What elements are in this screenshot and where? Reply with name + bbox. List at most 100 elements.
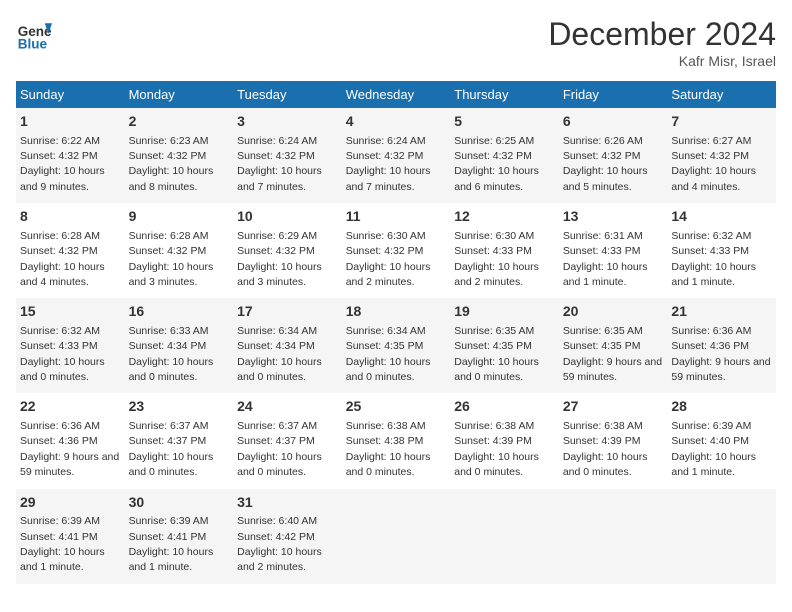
day-number: 4 [346, 112, 447, 132]
logo: General Blue [16, 16, 52, 52]
calendar-cell: 30 Sunrise: 6:39 AMSunset: 4:41 PMDaylig… [125, 489, 234, 584]
calendar-cell: 25 Sunrise: 6:38 AMSunset: 4:38 PMDaylig… [342, 393, 451, 488]
day-info: Sunrise: 6:38 AMSunset: 4:38 PMDaylight:… [346, 420, 431, 478]
day-number: 5 [454, 112, 555, 132]
calendar-cell: 22 Sunrise: 6:36 AMSunset: 4:36 PMDaylig… [16, 393, 125, 488]
calendar-cell: 14 Sunrise: 6:32 AMSunset: 4:33 PMDaylig… [667, 203, 776, 298]
day-info: Sunrise: 6:38 AMSunset: 4:39 PMDaylight:… [563, 420, 648, 478]
calendar-cell: 18 Sunrise: 6:34 AMSunset: 4:35 PMDaylig… [342, 298, 451, 393]
calendar-cell: 29 Sunrise: 6:39 AMSunset: 4:41 PMDaylig… [16, 489, 125, 584]
day-number: 8 [20, 207, 121, 227]
logo-icon: General Blue [16, 16, 52, 52]
calendar-cell: 6 Sunrise: 6:26 AMSunset: 4:32 PMDayligh… [559, 108, 668, 203]
calendar-cell: 5 Sunrise: 6:25 AMSunset: 4:32 PMDayligh… [450, 108, 559, 203]
day-number: 14 [671, 207, 772, 227]
day-number: 7 [671, 112, 772, 132]
day-info: Sunrise: 6:36 AMSunset: 4:36 PMDaylight:… [671, 325, 770, 383]
day-info: Sunrise: 6:25 AMSunset: 4:32 PMDaylight:… [454, 135, 539, 193]
day-info: Sunrise: 6:40 AMSunset: 4:42 PMDaylight:… [237, 515, 322, 573]
day-info: Sunrise: 6:37 AMSunset: 4:37 PMDaylight:… [237, 420, 322, 478]
day-info: Sunrise: 6:38 AMSunset: 4:39 PMDaylight:… [454, 420, 539, 478]
day-info: Sunrise: 6:37 AMSunset: 4:37 PMDaylight:… [129, 420, 214, 478]
day-number: 31 [237, 493, 338, 513]
day-number: 28 [671, 397, 772, 417]
day-info: Sunrise: 6:35 AMSunset: 4:35 PMDaylight:… [454, 325, 539, 383]
calendar-cell: 21 Sunrise: 6:36 AMSunset: 4:36 PMDaylig… [667, 298, 776, 393]
weekday-header-tuesday: Tuesday [233, 81, 342, 108]
day-number: 3 [237, 112, 338, 132]
day-info: Sunrise: 6:30 AMSunset: 4:33 PMDaylight:… [454, 230, 539, 288]
calendar-cell: 24 Sunrise: 6:37 AMSunset: 4:37 PMDaylig… [233, 393, 342, 488]
calendar-cell: 12 Sunrise: 6:30 AMSunset: 4:33 PMDaylig… [450, 203, 559, 298]
weekday-header-saturday: Saturday [667, 81, 776, 108]
calendar-week-2: 8 Sunrise: 6:28 AMSunset: 4:32 PMDayligh… [16, 203, 776, 298]
day-number: 17 [237, 302, 338, 322]
day-number: 9 [129, 207, 230, 227]
calendar-cell: 23 Sunrise: 6:37 AMSunset: 4:37 PMDaylig… [125, 393, 234, 488]
day-info: Sunrise: 6:32 AMSunset: 4:33 PMDaylight:… [20, 325, 105, 383]
day-number: 16 [129, 302, 230, 322]
day-number: 24 [237, 397, 338, 417]
day-info: Sunrise: 6:39 AMSunset: 4:40 PMDaylight:… [671, 420, 756, 478]
day-number: 12 [454, 207, 555, 227]
day-info: Sunrise: 6:23 AMSunset: 4:32 PMDaylight:… [129, 135, 214, 193]
calendar-table: SundayMondayTuesdayWednesdayThursdayFrid… [16, 81, 776, 584]
calendar-cell [559, 489, 668, 584]
day-info: Sunrise: 6:39 AMSunset: 4:41 PMDaylight:… [129, 515, 214, 573]
day-number: 15 [20, 302, 121, 322]
day-number: 2 [129, 112, 230, 132]
calendar-cell: 2 Sunrise: 6:23 AMSunset: 4:32 PMDayligh… [125, 108, 234, 203]
day-info: Sunrise: 6:39 AMSunset: 4:41 PMDaylight:… [20, 515, 105, 573]
calendar-cell: 20 Sunrise: 6:35 AMSunset: 4:35 PMDaylig… [559, 298, 668, 393]
day-info: Sunrise: 6:30 AMSunset: 4:32 PMDaylight:… [346, 230, 431, 288]
weekday-header-sunday: Sunday [16, 81, 125, 108]
day-number: 23 [129, 397, 230, 417]
calendar-cell [667, 489, 776, 584]
day-number: 27 [563, 397, 664, 417]
calendar-week-5: 29 Sunrise: 6:39 AMSunset: 4:41 PMDaylig… [16, 489, 776, 584]
calendar-week-1: 1 Sunrise: 6:22 AMSunset: 4:32 PMDayligh… [16, 108, 776, 203]
calendar-cell: 31 Sunrise: 6:40 AMSunset: 4:42 PMDaylig… [233, 489, 342, 584]
calendar-cell: 11 Sunrise: 6:30 AMSunset: 4:32 PMDaylig… [342, 203, 451, 298]
weekday-header-friday: Friday [559, 81, 668, 108]
day-info: Sunrise: 6:33 AMSunset: 4:34 PMDaylight:… [129, 325, 214, 383]
weekday-header-thursday: Thursday [450, 81, 559, 108]
calendar-cell [450, 489, 559, 584]
page-header: General Blue December 2024 Kafr Misr, Is… [16, 16, 776, 69]
day-number: 25 [346, 397, 447, 417]
day-number: 19 [454, 302, 555, 322]
month-title: December 2024 [548, 16, 776, 53]
day-number: 11 [346, 207, 447, 227]
day-info: Sunrise: 6:26 AMSunset: 4:32 PMDaylight:… [563, 135, 648, 193]
calendar-week-3: 15 Sunrise: 6:32 AMSunset: 4:33 PMDaylig… [16, 298, 776, 393]
svg-text:Blue: Blue [18, 36, 48, 51]
calendar-cell: 26 Sunrise: 6:38 AMSunset: 4:39 PMDaylig… [450, 393, 559, 488]
calendar-cell: 27 Sunrise: 6:38 AMSunset: 4:39 PMDaylig… [559, 393, 668, 488]
day-info: Sunrise: 6:34 AMSunset: 4:35 PMDaylight:… [346, 325, 431, 383]
weekday-header-monday: Monday [125, 81, 234, 108]
calendar-cell: 3 Sunrise: 6:24 AMSunset: 4:32 PMDayligh… [233, 108, 342, 203]
calendar-cell: 10 Sunrise: 6:29 AMSunset: 4:32 PMDaylig… [233, 203, 342, 298]
day-number: 13 [563, 207, 664, 227]
calendar-cell: 9 Sunrise: 6:28 AMSunset: 4:32 PMDayligh… [125, 203, 234, 298]
day-number: 26 [454, 397, 555, 417]
calendar-cell [342, 489, 451, 584]
calendar-cell: 8 Sunrise: 6:28 AMSunset: 4:32 PMDayligh… [16, 203, 125, 298]
day-info: Sunrise: 6:35 AMSunset: 4:35 PMDaylight:… [563, 325, 662, 383]
calendar-cell: 7 Sunrise: 6:27 AMSunset: 4:32 PMDayligh… [667, 108, 776, 203]
calendar-cell: 17 Sunrise: 6:34 AMSunset: 4:34 PMDaylig… [233, 298, 342, 393]
day-info: Sunrise: 6:24 AMSunset: 4:32 PMDaylight:… [346, 135, 431, 193]
location: Kafr Misr, Israel [548, 53, 776, 69]
day-number: 1 [20, 112, 121, 132]
day-info: Sunrise: 6:34 AMSunset: 4:34 PMDaylight:… [237, 325, 322, 383]
day-number: 6 [563, 112, 664, 132]
day-number: 30 [129, 493, 230, 513]
calendar-cell: 1 Sunrise: 6:22 AMSunset: 4:32 PMDayligh… [16, 108, 125, 203]
calendar-cell: 15 Sunrise: 6:32 AMSunset: 4:33 PMDaylig… [16, 298, 125, 393]
day-number: 21 [671, 302, 772, 322]
day-info: Sunrise: 6:28 AMSunset: 4:32 PMDaylight:… [20, 230, 105, 288]
day-number: 22 [20, 397, 121, 417]
calendar-cell: 4 Sunrise: 6:24 AMSunset: 4:32 PMDayligh… [342, 108, 451, 203]
calendar-cell: 28 Sunrise: 6:39 AMSunset: 4:40 PMDaylig… [667, 393, 776, 488]
weekday-header-row: SundayMondayTuesdayWednesdayThursdayFrid… [16, 81, 776, 108]
